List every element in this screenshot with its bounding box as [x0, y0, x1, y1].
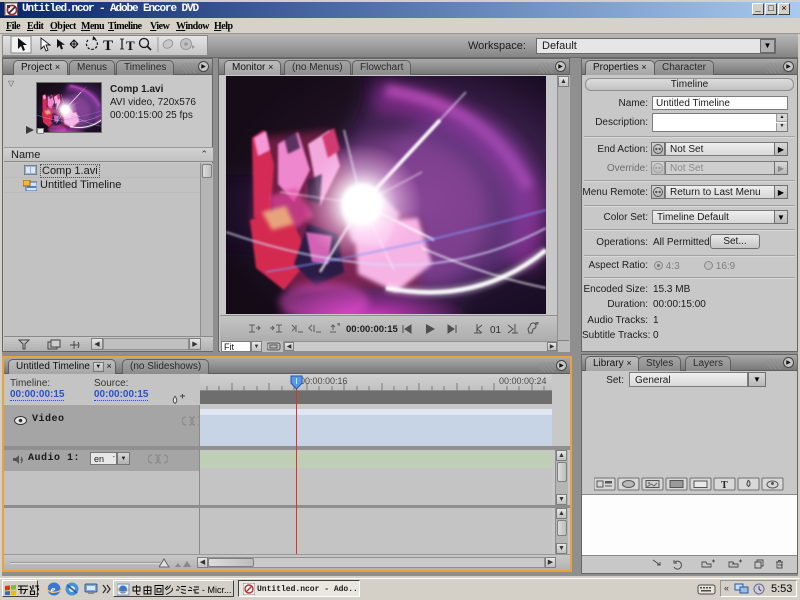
svg-text:T: T: [126, 38, 135, 53]
svg-text:T: T: [103, 38, 113, 54]
svg-text:e: e: [51, 584, 56, 596]
svg-text:01: 01: [490, 325, 502, 336]
svg-text:- Micr...: - Micr...: [202, 585, 232, 595]
svg-text:T: T: [721, 480, 728, 491]
